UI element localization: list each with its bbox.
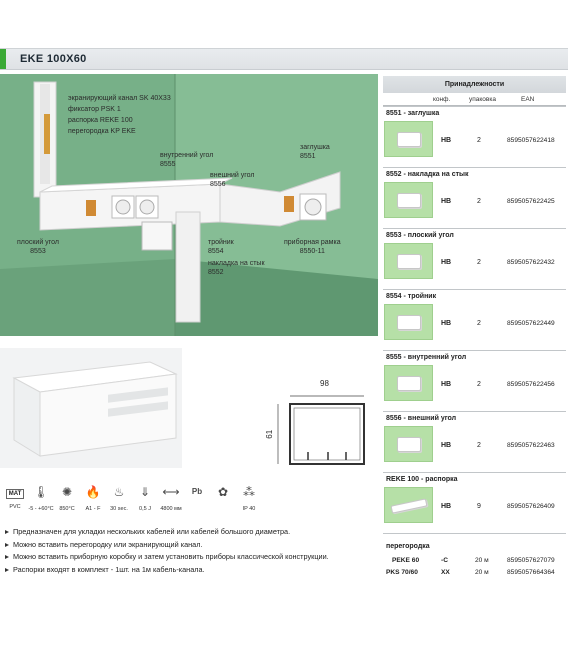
partition-ean: 8595057664364 [507, 569, 555, 576]
partition-row: PEKE 60 -C 20 м 8595057627079 [383, 557, 566, 567]
accessory-pack: 2 [477, 320, 481, 327]
accessory-conf: HB [441, 198, 452, 205]
callout-end-cap: заглушка 8551 [300, 144, 330, 160]
callout-kp: перегородка KP EKE [68, 128, 136, 135]
impact-icon: ⇓ 0,5 J [139, 485, 151, 512]
installation-illustration: экранирующий канал SK 40X33 фиксатор PSK… [0, 74, 378, 336]
pb-free-icon: Pb [191, 487, 203, 496]
accessories-title: Принадлежности [383, 76, 566, 93]
accessory-row: 8556 - внешний угол HB 2 8595057622463 [383, 411, 566, 472]
callout-tee: тройник 8554 [208, 239, 234, 255]
partition-pack: 20 м [475, 569, 489, 576]
accessories-table: Принадлежности конф. упаковка EAN 8551 -… [383, 76, 566, 583]
ip-icon: ⁂ IP 40 [242, 485, 256, 512]
accessory-thumbnail [384, 365, 433, 401]
halogen-free-icon: ✿ [217, 485, 229, 499]
property-icons: MAT PVC 🌡 -5 - +60°C ✺ 850°C 🔥 A1 - F ♨ … [2, 482, 262, 522]
callout-flat-corner: плоский угол 8553 [17, 239, 59, 255]
partition-ean: 8595057627079 [507, 557, 555, 564]
mat-icon: MAT PVC [2, 482, 28, 510]
accessory-name: 8556 - внешний угол [386, 415, 457, 422]
accessory-thumbnail [384, 487, 433, 523]
callout-joint-cover: накладка на стык 8552 [208, 260, 265, 276]
partition-name: PEKE 60 [392, 557, 420, 564]
thermometer-icon: 🌡 -5 - +60°C [28, 485, 54, 512]
callout-inner-corner: внутренний угол 8555 [160, 152, 214, 168]
accessory-conf: HB [441, 381, 452, 388]
accessory-ean: 8595057622418 [507, 137, 555, 144]
accessory-thumbnail [384, 121, 433, 157]
accessory-name: 8551 - заглушка [386, 110, 440, 117]
partition-title: перегородка [386, 543, 430, 550]
callout-screening-channel: экранирующий канал SK 40X33 [68, 95, 171, 102]
page-title: EKE 100X60 [20, 53, 87, 65]
partition-section: перегородка PEKE 60 -C 20 м 859505762707… [383, 533, 566, 583]
accessory-thumbnail [384, 426, 433, 462]
accessory-thumbnail [384, 182, 433, 218]
feature-item: Можно вставить приборную коробку и затем… [4, 551, 374, 564]
partition-conf: XX [441, 569, 450, 576]
accessory-name: 8555 - внутренний угол [386, 354, 467, 361]
accessory-pack: 2 [477, 442, 481, 449]
partition-pack: 20 м [475, 557, 489, 564]
accessory-ean: 8595057622425 [507, 198, 555, 205]
product-photo [0, 348, 182, 468]
cross-section-drawing: 98 61 [262, 378, 372, 473]
duct-photo-graphic [12, 361, 178, 457]
partition-conf: -C [441, 557, 448, 564]
accessory-row: REKE 100 - распорка HB 9 8595057626409 [383, 472, 566, 533]
accessories-columns: конф. упаковка EAN [383, 93, 566, 106]
title-bar: EKE 100X60 [0, 48, 568, 70]
dimension-width: 98 [320, 379, 329, 388]
feature-item: Предназначен для укладки нескольких кабе… [4, 526, 374, 539]
accessory-pack: 2 [477, 259, 481, 266]
accessory-ean: 8595057622456 [507, 381, 555, 388]
accessory-ean: 8595057622432 [507, 259, 555, 266]
glow-wire-icon: ✺ 850°C [59, 485, 75, 512]
accessory-thumbnail [384, 304, 433, 340]
wall-scene-graphic [0, 74, 378, 336]
callout-device-frame: приборная рамка 8550-11 [284, 239, 341, 255]
column-pack: упаковка [469, 96, 496, 103]
accessory-conf: HB [441, 137, 452, 144]
accessory-row: 8555 - внутренний угол HB 2 859505762245… [383, 350, 566, 411]
burn-time-icon: ♨ 30 sec. [110, 485, 128, 512]
feature-item: Распорки входят в комплект - 1шт. на 1м … [4, 564, 374, 577]
callout-reke: распорка REKE 100 [68, 117, 133, 124]
accessory-pack: 2 [477, 198, 481, 205]
accessory-row: 8553 - плоский угол HB 2 8595057622432 [383, 228, 566, 289]
accessory-pack: 2 [477, 137, 481, 144]
accessory-name: REKE 100 - распорка [386, 476, 458, 483]
accessory-conf: HB [441, 320, 452, 327]
feature-list: Предназначен для укладки нескольких кабе… [4, 526, 374, 576]
callout-outer-corner: внешний угол 8556 [210, 172, 255, 188]
accessory-pack: 2 [477, 381, 481, 388]
accessory-ean: 8595057626409 [507, 503, 555, 510]
accessory-conf: HB [441, 442, 452, 449]
accessory-name: 8552 - накладка на стык [386, 171, 469, 178]
partition-row: PKS 70/60 XX 20 м 8595057664364 [383, 569, 566, 579]
accessory-thumbnail [384, 243, 433, 279]
column-ean: EAN [521, 96, 535, 103]
feature-item: Можно вставить перегородку или экранирую… [4, 539, 374, 552]
accessory-row: 8552 - накладка на стык HB 2 85950576224… [383, 167, 566, 228]
flame-icon: 🔥 A1 - F [85, 485, 101, 512]
accessory-name: 8553 - плоский угол [386, 232, 454, 239]
accessory-row: 8554 - тройник HB 2 8595057622449 [383, 289, 566, 350]
accessory-pack: 9 [477, 503, 481, 510]
length-icon: ⟷ 4800 мм [160, 485, 182, 512]
accessory-ean: 8595057622449 [507, 320, 555, 327]
accessory-ean: 8595057622463 [507, 442, 555, 449]
cross-section-graphic [277, 395, 365, 465]
column-conf: конф. [433, 96, 451, 103]
dimension-height: 61 [265, 429, 275, 439]
callout-psk: фиксатор PSK 1 [68, 106, 121, 113]
title-accent [0, 49, 6, 69]
partition-name: PKS 70/60 [386, 569, 418, 576]
accessory-row: 8551 - заглушка HB 2 8595057622418 [383, 106, 566, 167]
accessory-name: 8554 - тройник [386, 293, 437, 300]
accessory-conf: HB [441, 503, 452, 510]
accessory-conf: HB [441, 259, 452, 266]
